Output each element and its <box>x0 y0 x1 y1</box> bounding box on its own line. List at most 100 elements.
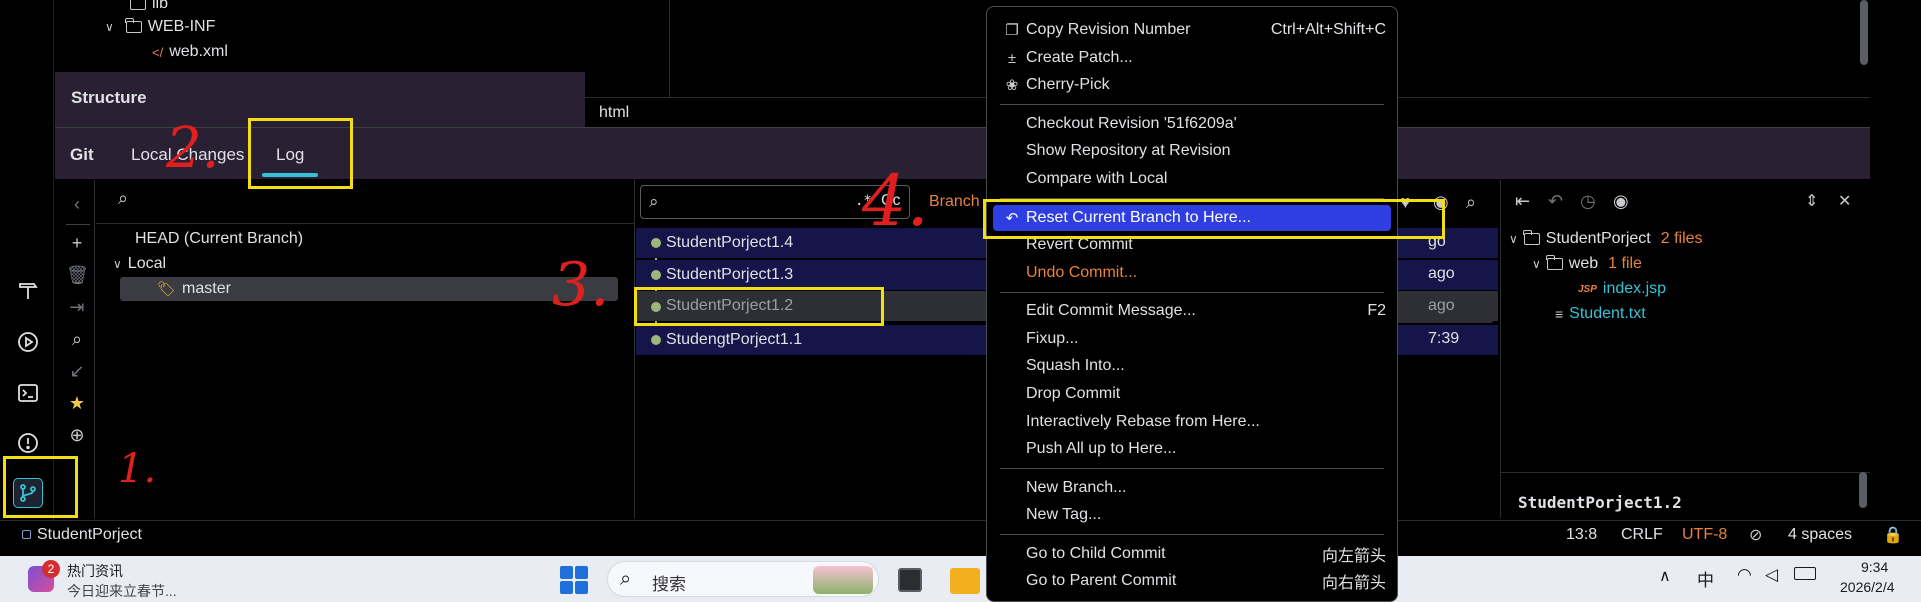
tool-window-strip <box>0 0 54 520</box>
annotation-box-commit <box>634 287 884 326</box>
annotation-box-log-tab <box>248 118 353 189</box>
status-line-ending[interactable]: CRLF <box>1621 526 1663 544</box>
menu-new-tag[interactable]: New Tag... <box>1026 503 1386 527</box>
menu-go-to-child-commit[interactable]: Go to Child Commit 向左箭头 <box>1026 542 1386 566</box>
battery-icon[interactable] <box>1794 567 1816 580</box>
status-project[interactable]: StudentPorject <box>37 526 142 544</box>
menu-create-patch[interactable]: ± Create Patch... <box>1008 46 1386 70</box>
menu-drop-commit[interactable]: Drop Commit <box>1026 382 1386 406</box>
changes-root[interactable]: ∨ StudentPorject 2 files <box>1509 227 1703 251</box>
commit-node <box>651 270 661 280</box>
search-icon: ⌕ <box>118 188 129 208</box>
readonly-icon[interactable]: ⊘ <box>1749 525 1762 545</box>
annotation-step-4: 4. <box>862 160 929 242</box>
menu-go-to-parent-commit[interactable]: Go to Parent Commit 向右箭头 <box>1026 569 1386 593</box>
run-icon[interactable] <box>13 327 43 357</box>
patch-icon: ± <box>1007 49 1017 67</box>
menu-compare-with-local[interactable]: Compare with Local <box>1026 167 1386 191</box>
add-branch-icon[interactable]: + <box>66 232 88 254</box>
lock-icon[interactable]: 🔒 <box>1883 525 1903 545</box>
menu-edit-commit-message[interactable]: Edit Commit Message... F2 <box>1026 299 1386 323</box>
news-subtitle[interactable]: 今日迎来立春节... <box>67 581 177 601</box>
git-title: Git <box>70 145 94 164</box>
delete-icon[interactable]: 🗑 <box>66 264 89 286</box>
tree-item-web-inf[interactable]: ∨ WEB-INF <box>105 15 215 39</box>
windows-taskbar: 2 热门资讯 今日迎来立春节... ⌕ 搜索 ∧ 中 ◠ ◁ 9:34 2026… <box>0 556 1921 602</box>
task-view-icon[interactable] <box>898 568 922 592</box>
file-explorer-icon[interactable] <box>950 568 980 594</box>
terminal-icon[interactable] <box>13 378 43 408</box>
branch-head[interactable]: HEAD (Current Branch) <box>135 227 303 251</box>
annotation-step-3: 3. <box>552 250 610 320</box>
status-caret-position[interactable]: 13:8 <box>1566 526 1597 544</box>
search-placeholder: 搜索 <box>652 575 686 594</box>
favorite-star-icon[interactable]: ★ <box>66 392 88 414</box>
ime-indicator[interactable]: 中 <box>1697 566 1714 591</box>
changes-folder-web[interactable]: ∨ web 1 file <box>1532 252 1642 276</box>
menu-interactively-rebase[interactable]: Interactively Rebase from Here... <box>1026 410 1386 434</box>
status-indent[interactable]: 4 spaces <box>1788 526 1852 544</box>
merge-icon[interactable]: ⇥ <box>66 296 88 318</box>
expand-all-icon[interactable]: ⇕ <box>1805 191 1818 211</box>
tree-item-web-xml[interactable]: </ web.xml <box>152 40 228 64</box>
tree-item-lib[interactable]: lib <box>130 0 168 16</box>
locate-icon[interactable]: ⊕ <box>66 424 88 446</box>
editor-gutter <box>585 0 670 97</box>
folder-icon <box>130 0 146 10</box>
history-icon[interactable]: ◷ <box>1580 191 1596 212</box>
build-hammer-icon[interactable] <box>13 276 43 306</box>
commit-time: ago <box>1428 297 1455 314</box>
wifi-icon[interactable]: ◠ <box>1737 565 1752 585</box>
text-file-icon: ≡ <box>1555 306 1564 322</box>
branches-search-bar[interactable]: ⌕ <box>96 180 635 224</box>
search-icon[interactable]: ⌕ <box>1466 192 1476 213</box>
menu-show-repository-at-revision[interactable]: Show Repository at Revision <box>1026 139 1386 163</box>
branch-group-local[interactable]: ∨ Local <box>113 252 166 276</box>
menu-squash-into[interactable]: Squash Into... <box>1026 354 1386 378</box>
collapse-icon[interactable]: ⇤ <box>1515 191 1530 212</box>
menu-checkout-revision[interactable]: Checkout Revision '51f6209a' <box>1026 112 1386 136</box>
menu-push-all-up-to-here[interactable]: Push All up to Here... <box>1026 437 1386 461</box>
details-scrollbar[interactable] <box>1859 472 1867 508</box>
commit-node <box>651 335 661 345</box>
clock-date[interactable]: 2026/2/4 <box>1840 579 1895 595</box>
search-icon: ⌕ <box>620 568 632 590</box>
volume-icon[interactable]: ◁ <box>1765 565 1778 585</box>
menu-new-branch[interactable]: New Branch... <box>1026 476 1386 500</box>
search-icon[interactable]: ⌕ <box>66 328 88 350</box>
status-bar: StudentPorject 13:8 CRLF UTF-8 ⊘ 4 space… <box>0 520 1921 550</box>
tray-chevron-up-icon[interactable]: ∧ <box>1659 566 1671 586</box>
editor-scrollbar[interactable] <box>1860 0 1868 65</box>
menu-undo-commit[interactable]: Undo Commit... <box>1026 261 1386 285</box>
revert-icon[interactable]: ↶ <box>1548 191 1563 212</box>
project-icon <box>22 530 31 539</box>
problems-icon[interactable] <box>13 428 43 458</box>
commit-time: ago <box>1428 265 1455 282</box>
folder-icon <box>125 18 142 33</box>
windows-start-icon[interactable] <box>560 566 588 594</box>
changed-file-index-jsp[interactable]: JSP index.jsp <box>1578 277 1666 301</box>
taskbar-search-box[interactable]: ⌕ 搜索 <box>607 561 879 597</box>
menu-copy-revision-number[interactable]: ❐ Copy Revision Number Ctrl+Alt+Shift+C <box>1005 18 1386 42</box>
folder-icon <box>1546 255 1563 270</box>
clock-time[interactable]: 9:34 <box>1861 559 1888 575</box>
eye-icon[interactable]: ◉ <box>1613 191 1629 212</box>
menu-separator <box>1000 534 1384 535</box>
commit-time: 7:39 <box>1428 330 1460 347</box>
menu-fixup[interactable]: Fixup... <box>1026 327 1386 351</box>
collapse-all-icon[interactable]: ✕ <box>1838 191 1851 211</box>
menu-cherry-pick[interactable]: ❀ Cherry-Pick <box>1006 73 1386 97</box>
menu-separator <box>1000 104 1384 105</box>
status-encoding[interactable]: UTF-8 <box>1682 526 1727 544</box>
update-icon[interactable]: ↙ <box>66 360 88 382</box>
news-title[interactable]: 热门资讯 <box>67 561 123 581</box>
changed-file-student-txt[interactable]: ≡ Student.txt <box>1555 302 1646 326</box>
xml-file-icon: </ <box>152 44 164 60</box>
branch-filter-dropdown[interactable]: Branch <box>929 193 980 211</box>
collapse-left-icon[interactable]: ‹ <box>66 193 88 215</box>
cherry-icon: ❀ <box>1005 77 1019 94</box>
folder-icon <box>1523 230 1540 245</box>
branch-master[interactable]: 🏷 master <box>157 277 231 301</box>
jsp-file-icon: JSP <box>1578 283 1597 295</box>
search-highlight-image <box>813 566 873 594</box>
